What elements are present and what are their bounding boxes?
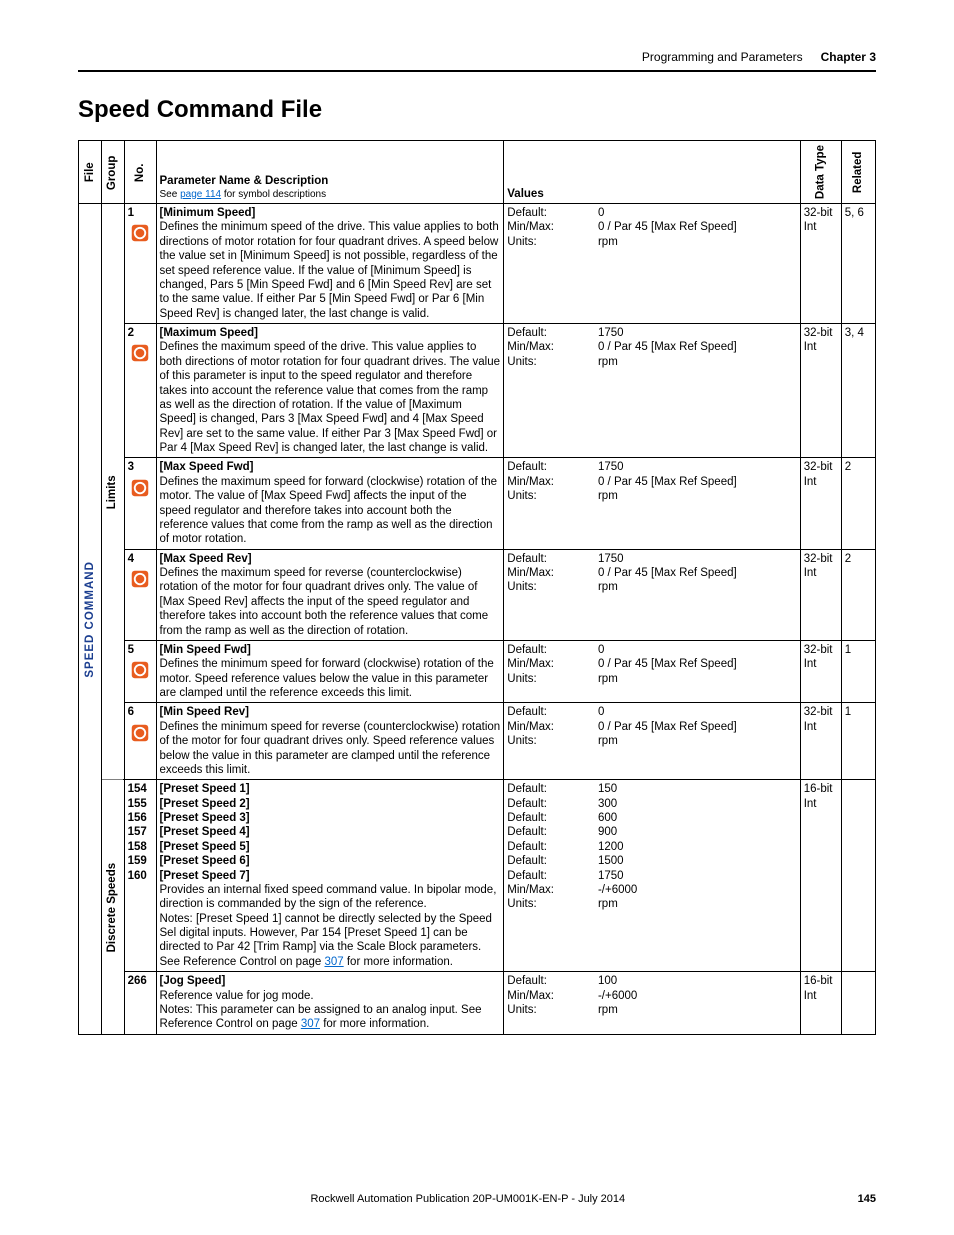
param-desc: [Jog Speed]Reference value for jog mode.…	[156, 972, 504, 1035]
param-value-values: 00 / Par 45 [Max Ref Speed]rpm	[595, 640, 800, 703]
file-speed-command: SPEED COMMAND	[79, 204, 102, 1035]
param-desc: [Preset Speed 1][Preset Speed 2][Preset …	[156, 780, 504, 972]
param-value-values: 00 / Par 45 [Max Ref Speed]rpm	[595, 703, 800, 780]
param-datatype: 32-bit Int	[800, 703, 841, 780]
param-desc: [Max Speed Fwd]Defines the maximum speed…	[156, 458, 504, 549]
param-related	[841, 972, 875, 1035]
section-title: Speed Command File	[78, 96, 876, 124]
edit-icon	[131, 570, 149, 588]
col-param-sub-prefix: See	[160, 189, 181, 200]
edit-icon	[131, 224, 149, 242]
param-no: 4	[124, 549, 156, 640]
param-related: 1	[841, 640, 875, 703]
param-datatype: 32-bit Int	[800, 549, 841, 640]
page-number: 145	[858, 1193, 876, 1205]
param-datatype: 16-bit Int	[800, 780, 841, 972]
param-value-values: 17500 / Par 45 [Max Ref Speed]rpm	[595, 458, 800, 549]
param-desc: [Max Speed Rev]Defines the maximum speed…	[156, 549, 504, 640]
param-value-values: 00 / Par 45 [Max Ref Speed]rpm	[595, 204, 800, 324]
param-value-labels: Default:Min/Max:Units:	[504, 458, 595, 549]
col-group: Group	[101, 141, 124, 204]
param-desc: [Min Speed Fwd]Defines the minimum speed…	[156, 640, 504, 703]
param-value-labels: Default:Min/Max:Units:	[504, 972, 595, 1035]
chapter-title: Programming and Parameters	[642, 50, 803, 64]
page-307-link[interactable]: 307	[324, 956, 343, 968]
publication-info: Rockwell Automation Publication 20P-UM00…	[310, 1193, 625, 1205]
param-desc: [Minimum Speed]Defines the minimum speed…	[156, 204, 504, 324]
param-no: 5	[124, 640, 156, 703]
param-desc: [Maximum Speed]Defines the maximum speed…	[156, 324, 504, 458]
param-value-labels: Default:Min/Max:Units:	[504, 324, 595, 458]
param-no: 154155156157158159160	[124, 780, 156, 972]
param-value-values: 17500 / Par 45 [Max Ref Speed]rpm	[595, 324, 800, 458]
edit-icon	[131, 661, 149, 679]
param-value-labels: Default:Min/Max:Units:	[504, 204, 595, 324]
param-value-labels: Default:Min/Max:Units:	[504, 703, 595, 780]
col-param-name: Parameter Name & Description	[160, 174, 501, 188]
group-limits: Limits	[101, 204, 124, 780]
param-related: 2	[841, 549, 875, 640]
param-no: 266	[124, 972, 156, 1035]
col-datatype: Data Type	[800, 141, 841, 204]
col-param-sub-suffix: for symbol descriptions	[221, 189, 326, 200]
param-no: 3	[124, 458, 156, 549]
param-datatype: 32-bit Int	[800, 458, 841, 549]
param-related: 2	[841, 458, 875, 549]
param-related: 5, 6	[841, 204, 875, 324]
page-114-link[interactable]: page 114	[180, 189, 221, 200]
chapter-label: Chapter 3	[821, 50, 876, 64]
param-value-labels: Default:Min/Max:Units:	[504, 640, 595, 703]
edit-icon	[131, 344, 149, 362]
edit-icon	[131, 479, 149, 497]
col-file: File	[79, 141, 102, 204]
param-datatype: 32-bit Int	[800, 324, 841, 458]
param-datatype: 32-bit Int	[800, 640, 841, 703]
param-datatype: 32-bit Int	[800, 204, 841, 324]
param-related	[841, 780, 875, 972]
param-value-values: 150300600900120015001750-/+6000rpm	[595, 780, 800, 972]
param-desc: [Min Speed Rev]Defines the minimum speed…	[156, 703, 504, 780]
parameter-table: File Group No. Parameter Name & Descript…	[78, 140, 876, 1035]
param-value-labels: Default:Min/Max:Units:	[504, 549, 595, 640]
col-param: Parameter Name & Description See page 11…	[156, 141, 504, 204]
param-value-labels: Default:Default:Default:Default:Default:…	[504, 780, 595, 972]
col-related: Related	[841, 141, 875, 204]
param-no: 6	[124, 703, 156, 780]
col-no: No.	[124, 141, 156, 204]
param-value-values: 17500 / Par 45 [Max Ref Speed]rpm	[595, 549, 800, 640]
param-related: 3, 4	[841, 324, 875, 458]
param-datatype: 16-bit Int	[800, 972, 841, 1035]
edit-icon	[131, 724, 149, 742]
page-footer: Rockwell Automation Publication 20P-UM00…	[78, 1193, 876, 1205]
page-header: Programming and Parameters Chapter 3	[78, 50, 876, 72]
param-related: 1	[841, 703, 875, 780]
page-307-link[interactable]: 307	[301, 1018, 320, 1030]
param-no: 1	[124, 204, 156, 324]
param-no: 2	[124, 324, 156, 458]
group-discrete-speeds: Discrete Speeds	[101, 780, 124, 1034]
col-values: Values	[504, 141, 800, 204]
param-value-values: 100-/+6000rpm	[595, 972, 800, 1035]
